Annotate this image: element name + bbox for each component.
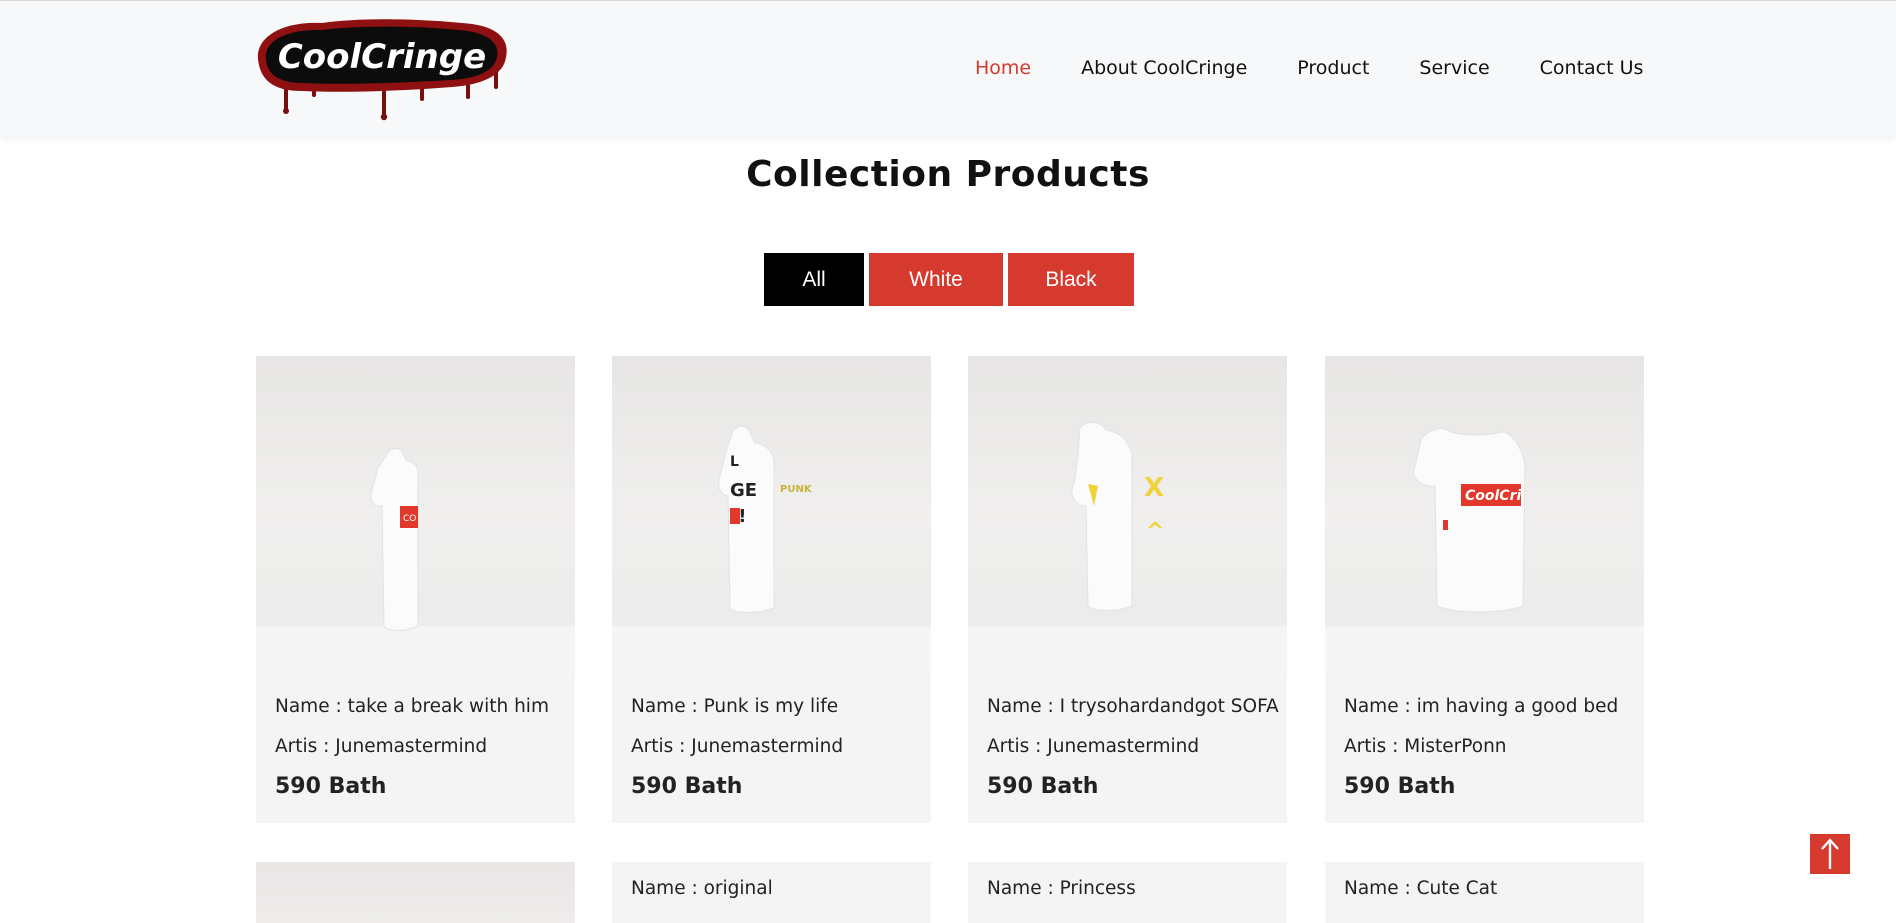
product-name: Name : Princess [987,878,1136,899]
product-price: 590 Bath [275,774,387,799]
svg-text:^: ^ [1146,519,1164,544]
svg-text:PUNK: PUNK [780,484,813,495]
filter-group: All White Black [764,253,1134,306]
coolcringe-logo[interactable]: CoolCringe [252,13,512,125]
product-image[interactable]: L GE !! PUNK [612,356,931,676]
product-name: Name : take a break with him [275,696,549,717]
product-card[interactable]: CO Name : take a break with him Artis : … [256,356,575,823]
site-header: CoolCringe Home About CoolCringe Product… [0,0,1896,137]
product-card[interactable]: X ^ Name : I trysohardandgot SOFA Artis … [968,356,1287,823]
product-price: 590 Bath [987,774,1099,799]
product-artist: Artis : Junemastermind [987,736,1200,757]
nav-service[interactable]: Service [1419,57,1489,79]
product-card[interactable]: CoolCri Name : im having a good bed Arti… [1325,356,1644,823]
product-card[interactable]: L GE !! PUNK Name : Punk is my life Arti… [612,356,931,823]
nav-product[interactable]: Product [1297,57,1369,79]
product-card[interactable] [256,862,575,923]
product-name: Name : original [631,878,773,899]
product-card[interactable]: Name : original [612,862,931,923]
product-price: 590 Bath [631,774,743,799]
main-nav: Home About CoolCringe Product Service Co… [975,57,1693,79]
product-card[interactable]: Name : Princess [968,862,1287,923]
filter-black-button[interactable]: Black [1008,253,1134,306]
product-card[interactable]: Name : Cute Cat [1325,862,1644,923]
svg-text:CoolCri: CoolCri [1465,488,1521,504]
product-name: Name : im having a good bed [1344,696,1619,717]
product-name: Name : Cute Cat [1344,878,1498,899]
product-price: 590 Bath [1344,774,1456,799]
svg-text:GE: GE [730,480,757,501]
product-artist: Artis : Junemastermind [275,736,488,757]
nav-contact[interactable]: Contact Us [1540,57,1644,79]
product-image[interactable]: CoolCri [1325,356,1644,676]
product-artist: Artis : MisterPonn [1344,736,1507,757]
svg-text:X: X [1144,473,1164,503]
product-name: Name : Punk is my life [631,696,839,717]
svg-text:CoolCringe: CoolCringe [278,37,486,77]
arrow-up-icon [1821,838,1839,869]
back-to-top-button[interactable] [1810,834,1850,874]
nav-home[interactable]: Home [975,57,1031,79]
svg-text:L: L [730,454,739,470]
section-title: Collection Products [746,154,1150,195]
product-image[interactable] [256,862,575,923]
product-image[interactable]: X ^ [968,356,1287,676]
product-image[interactable]: CO [256,356,575,676]
filter-white-button[interactable]: White [869,253,1003,306]
product-artist: Artis : Junemastermind [631,736,844,757]
nav-about[interactable]: About CoolCringe [1081,57,1247,79]
product-name: Name : I trysohardandgot SOFA [987,696,1279,717]
svg-text:CO: CO [403,514,416,524]
filter-all-button[interactable]: All [764,253,864,306]
